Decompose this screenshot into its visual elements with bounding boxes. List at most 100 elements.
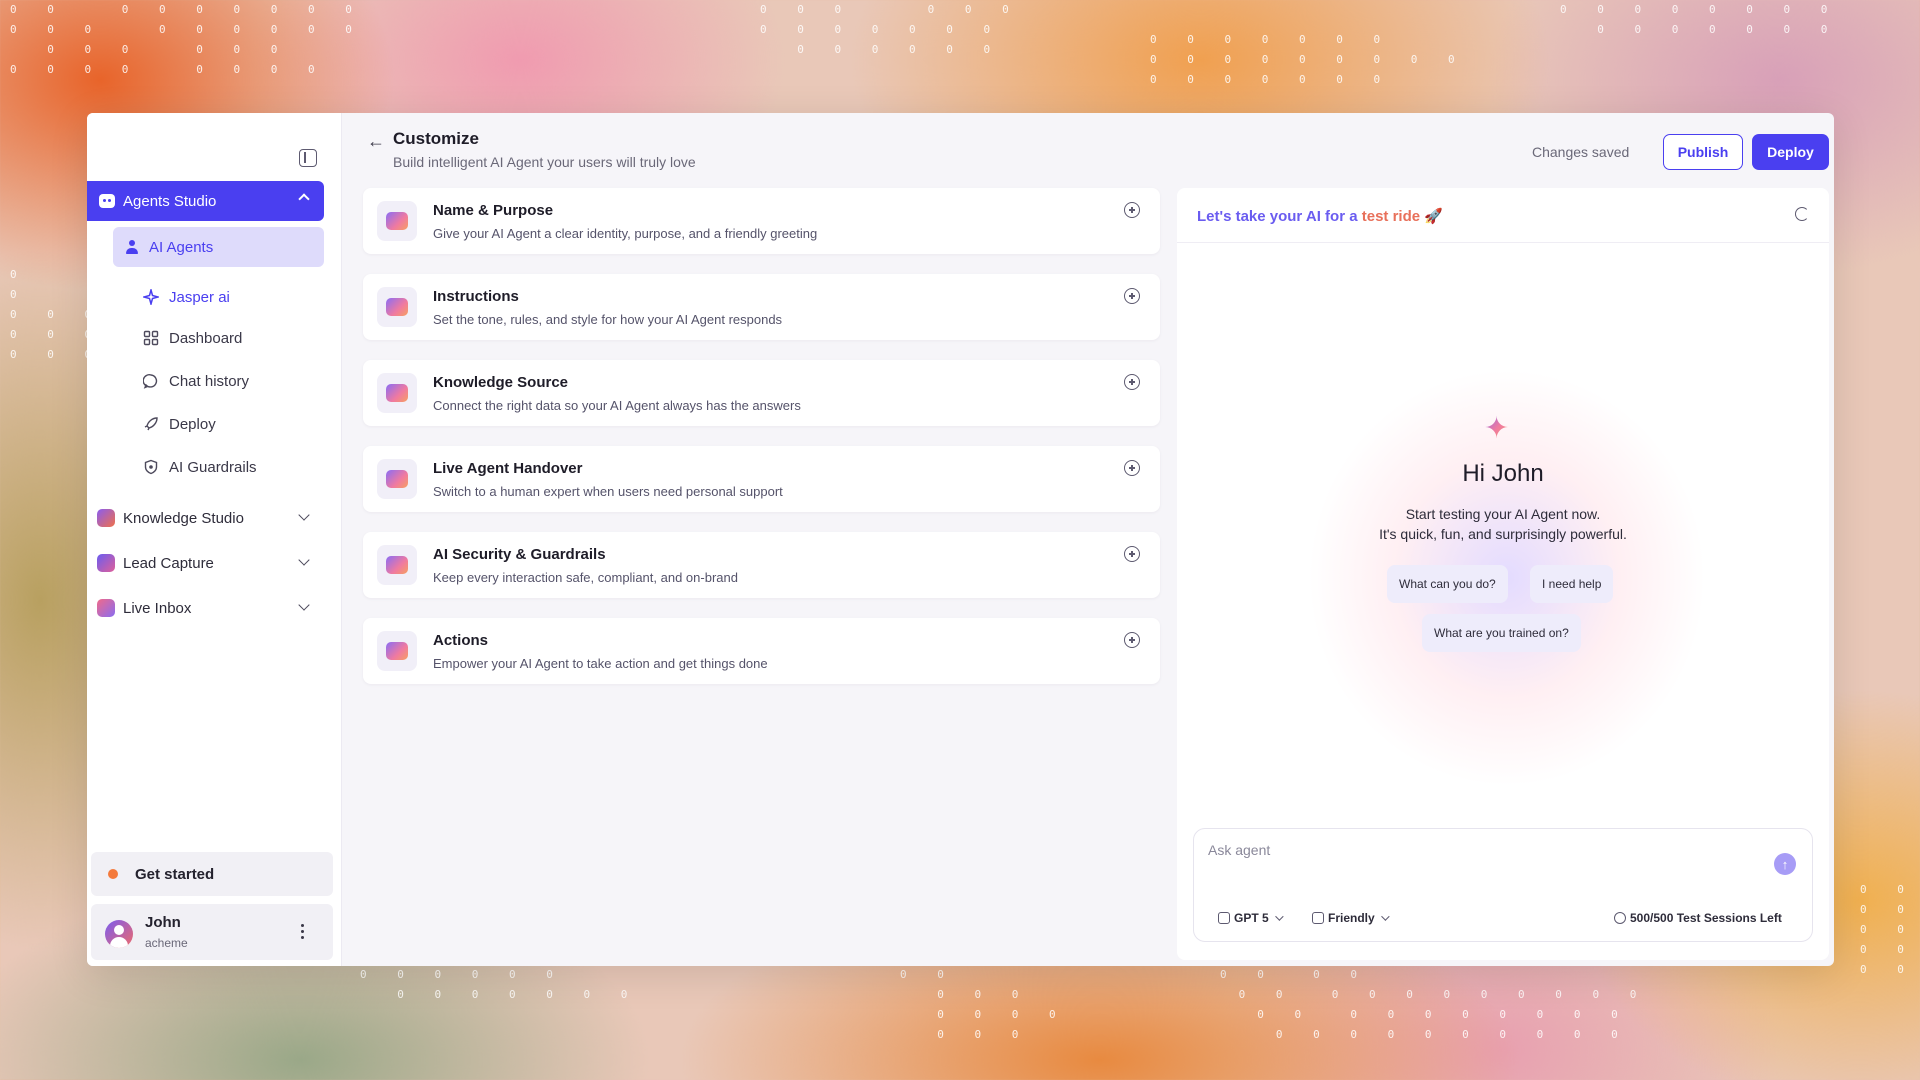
sidebar-item-live-inbox[interactable]: Live Inbox — [97, 593, 322, 623]
section-title: Actions — [433, 632, 489, 649]
lightbulb-icon — [105, 866, 121, 882]
folder-icon — [377, 373, 417, 413]
sparkle-icon: ✦ — [1484, 412, 1510, 445]
chevron-down-icon — [298, 599, 310, 611]
section-title: AI Security & Guardrails — [433, 546, 606, 563]
greeting-line-2: It's quick, fun, and surprisingly powerf… — [1379, 526, 1627, 542]
ask-agent-input[interactable] — [1208, 839, 1748, 861]
chevron-down-icon — [1274, 912, 1284, 921]
user-org: acheme — [145, 936, 188, 950]
section-card-ai-security[interactable]: AI Security & Guardrails Keep every inte… — [363, 532, 1160, 598]
suggestion-chip[interactable]: What are you trained on? — [1422, 614, 1581, 652]
expand-plus-icon[interactable] — [1124, 632, 1140, 648]
section-card-instructions[interactable]: Instructions Set the tone, rules, and st… — [363, 274, 1160, 340]
suggestion-chip[interactable]: What can you do? — [1387, 565, 1508, 603]
test-panel-title: Let's take your AI for a test ride 🚀 — [1197, 207, 1443, 225]
section-description: Give your AI Agent a clear identity, pur… — [433, 226, 818, 241]
section-card-live-agent-handover[interactable]: Live Agent Handover Switch to a human ex… — [363, 446, 1160, 512]
chat-icon — [143, 373, 159, 389]
test-panel-title-part2: test ride — [1361, 208, 1421, 225]
sidebar-item-label: Chat history — [169, 372, 250, 390]
page-title: Customize — [393, 129, 479, 148]
back-arrow-icon[interactable]: ← — [367, 131, 385, 152]
shield-icon — [143, 459, 159, 475]
expand-plus-icon[interactable] — [1124, 546, 1140, 562]
tone-label: Friendly — [1328, 911, 1375, 925]
sidebar: Agents Studio AI Agents Jasper ai Dashbo… — [87, 113, 342, 966]
model-icon — [1218, 912, 1230, 924]
sessions-label: 500/500 Test Sessions Left — [1630, 911, 1782, 925]
sidebar-item-label: Jasper ai — [169, 288, 230, 306]
publish-button[interactable]: Publish — [1663, 134, 1743, 170]
folder-icon — [97, 509, 115, 527]
section-title: Instructions — [433, 288, 519, 305]
section-title: Name & Purpose — [433, 202, 554, 219]
section-card-name-purpose[interactable]: Name & Purpose Give your AI Agent a clea… — [363, 188, 1160, 254]
suggestion-chip[interactable]: I need help — [1530, 565, 1614, 603]
get-started-button[interactable]: Get started — [91, 852, 333, 896]
section-card-knowledge-source[interactable]: Knowledge Source Connect the right data … — [363, 360, 1160, 426]
section-description: Connect the right data so your AI Agent … — [433, 398, 801, 413]
sidebar-item-lead-capture[interactable]: Lead Capture — [97, 548, 322, 578]
page-subtitle: Build intelligent AI Agent your users wi… — [393, 154, 696, 170]
user-card[interactable]: John acheme — [91, 904, 333, 960]
rocket-icon — [143, 416, 159, 432]
expand-plus-icon[interactable] — [1124, 460, 1140, 476]
more-options-icon[interactable] — [301, 924, 305, 940]
refresh-icon[interactable] — [1795, 207, 1809, 221]
user-icon — [125, 240, 139, 254]
greeting-title: Hi John — [1462, 460, 1544, 487]
app-window: Agents Studio AI Agents Jasper ai Dashbo… — [87, 113, 1834, 966]
chat-icon — [1614, 912, 1626, 924]
sparkle-agent-icon — [143, 289, 159, 305]
collapse-sidebar-icon[interactable] — [299, 149, 317, 167]
sidebar-item-jasper-ai[interactable]: Jasper ai — [143, 282, 230, 312]
save-status: Changes saved — [1532, 144, 1630, 160]
chevron-down-icon — [1380, 912, 1390, 921]
test-panel: Let's take your AI for a test ride 🚀 ✦ H… — [1177, 188, 1829, 960]
sidebar-item-knowledge-studio[interactable]: Knowledge Studio — [97, 503, 322, 533]
sidebar-item-label: Knowledge Studio — [123, 509, 244, 527]
robot-icon — [99, 194, 115, 208]
sidebar-item-label: Dashboard — [169, 329, 243, 347]
contact-icon — [97, 554, 115, 572]
shield-icon — [377, 545, 417, 585]
section-title: Live Agent Handover — [433, 460, 583, 477]
section-description: Switch to a human expert when users need… — [433, 484, 783, 499]
greeting-line-1: Start testing your AI Agent now. — [1405, 506, 1601, 522]
expand-plus-icon[interactable] — [1124, 374, 1140, 390]
sidebar-item-agents-studio[interactable]: Agents Studio — [87, 181, 324, 221]
send-arrow-icon[interactable]: ↑ — [1774, 853, 1796, 875]
test-panel-title-part1: Let's take your AI for a — [1197, 208, 1362, 225]
rocket-emoji: 🚀 — [1424, 208, 1443, 225]
expand-plus-icon[interactable] — [1124, 202, 1140, 218]
section-description: Set the tone, rules, and style for how y… — [433, 312, 783, 327]
sidebar-item-deploy[interactable]: Deploy — [143, 409, 216, 439]
sidebar-item-label: Deploy — [169, 415, 216, 433]
sidebar-item-dashboard[interactable]: Dashboard — [143, 323, 242, 353]
sidebar-item-ai-agents[interactable]: AI Agents — [113, 227, 324, 267]
agent-handover-icon — [377, 459, 417, 499]
chevron-down-icon — [298, 554, 310, 566]
expand-plus-icon[interactable] — [1124, 288, 1140, 304]
book-icon — [377, 287, 417, 327]
deploy-button[interactable]: Deploy — [1752, 134, 1829, 170]
sidebar-item-ai-guardrails[interactable]: AI Guardrails — [143, 452, 257, 482]
section-description: Keep every interaction safe, compliant, … — [433, 570, 738, 585]
sidebar-item-label: AI Guardrails — [169, 458, 257, 476]
actions-icon — [377, 631, 417, 671]
sessions-counter: 500/500 Test Sessions Left — [1614, 911, 1782, 925]
sidebar-item-chat-history[interactable]: Chat history — [143, 366, 249, 396]
model-label: GPT 5 — [1234, 911, 1269, 925]
chevron-down-icon — [298, 509, 310, 521]
test-panel-header: Let's take your AI for a test ride 🚀 — [1177, 188, 1829, 243]
id-card-icon — [377, 201, 417, 241]
inbox-icon — [97, 599, 115, 617]
section-card-actions[interactable]: Actions Empower your AI Agent to take ac… — [363, 618, 1160, 684]
avatar — [105, 920, 133, 948]
tone-icon — [1312, 912, 1324, 924]
sidebar-item-label: AI Agents — [149, 238, 214, 256]
tone-selector[interactable]: Friendly — [1312, 911, 1390, 925]
chat-composer: ↑ GPT 5 Friendly 500/500 Test Sessions L… — [1193, 828, 1813, 942]
model-selector[interactable]: GPT 5 — [1218, 911, 1284, 925]
